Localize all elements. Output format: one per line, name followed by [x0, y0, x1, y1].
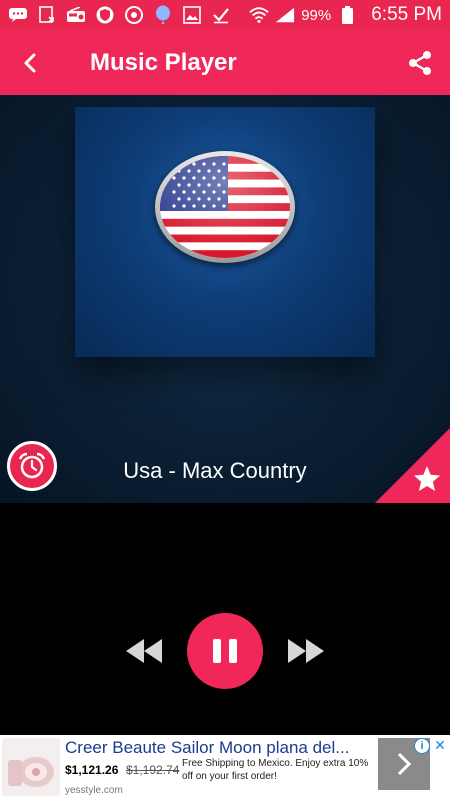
share-button[interactable] — [402, 45, 438, 81]
ad-price: $1,121.26 — [65, 763, 119, 777]
shield-icon — [95, 6, 115, 24]
share-icon — [409, 51, 431, 75]
clock: 6:55 PM — [371, 4, 442, 25]
status-bar: 99% 6:55 PM — [0, 0, 450, 30]
battery-icon — [337, 6, 357, 24]
system-icons: 99% 6:55 PM — [249, 4, 442, 26]
chrome-icon — [124, 6, 144, 24]
battery-percent: 99% — [301, 6, 332, 24]
image-icon — [182, 6, 202, 24]
chevron-right-icon — [397, 752, 412, 776]
star-icon — [413, 465, 441, 491]
station-artwork — [75, 107, 375, 357]
ad-banner[interactable]: Creer Beaute Sailor Moon plana del... $1… — [0, 735, 450, 800]
ad-old-price: $1,192.74 — [126, 763, 180, 777]
music-player-screen: 99% 6:55 PM Music Player Usa - Max Count… — [0, 0, 450, 800]
ad-info-icon[interactable]: i — [414, 738, 430, 754]
station-name: Usa - Max Country — [123, 458, 307, 483]
page-title: Music Player — [90, 48, 237, 76]
favorite-button[interactable] — [410, 462, 444, 496]
rewind-icon — [126, 639, 162, 663]
ad-description: Free Shipping to Mexico. Enjoy extra 10%… — [182, 758, 369, 782]
ad-close-icon[interactable]: ✕ — [433, 738, 447, 752]
pause-button[interactable] — [187, 613, 263, 689]
fast-forward-button[interactable] — [286, 635, 326, 667]
balloon-icon — [153, 5, 173, 24]
fast-forward-icon — [288, 639, 324, 663]
ad-title[interactable]: Creer Beaute Sailor Moon plana del... — [65, 738, 385, 758]
radio-icon — [66, 6, 86, 24]
back-arrow-icon — [24, 53, 36, 72]
notification-icons — [8, 5, 231, 24]
ad-domain: yesstyle.com — [65, 785, 123, 796]
download-icon — [37, 6, 57, 24]
usa-flag-icon — [155, 151, 295, 263]
back-button[interactable] — [0, 30, 60, 95]
ad-product-image[interactable] — [2, 738, 60, 796]
playback-controls — [0, 503, 450, 735]
now-playing-panel: Usa - Max Country — [0, 95, 450, 503]
pause-icon — [213, 639, 237, 663]
rewind-button[interactable] — [124, 635, 164, 667]
signal-icon — [275, 6, 295, 24]
app-bar: Music Player — [0, 30, 450, 95]
wifi-icon — [249, 6, 269, 24]
message-icon — [8, 6, 28, 24]
check-icon — [211, 6, 231, 24]
